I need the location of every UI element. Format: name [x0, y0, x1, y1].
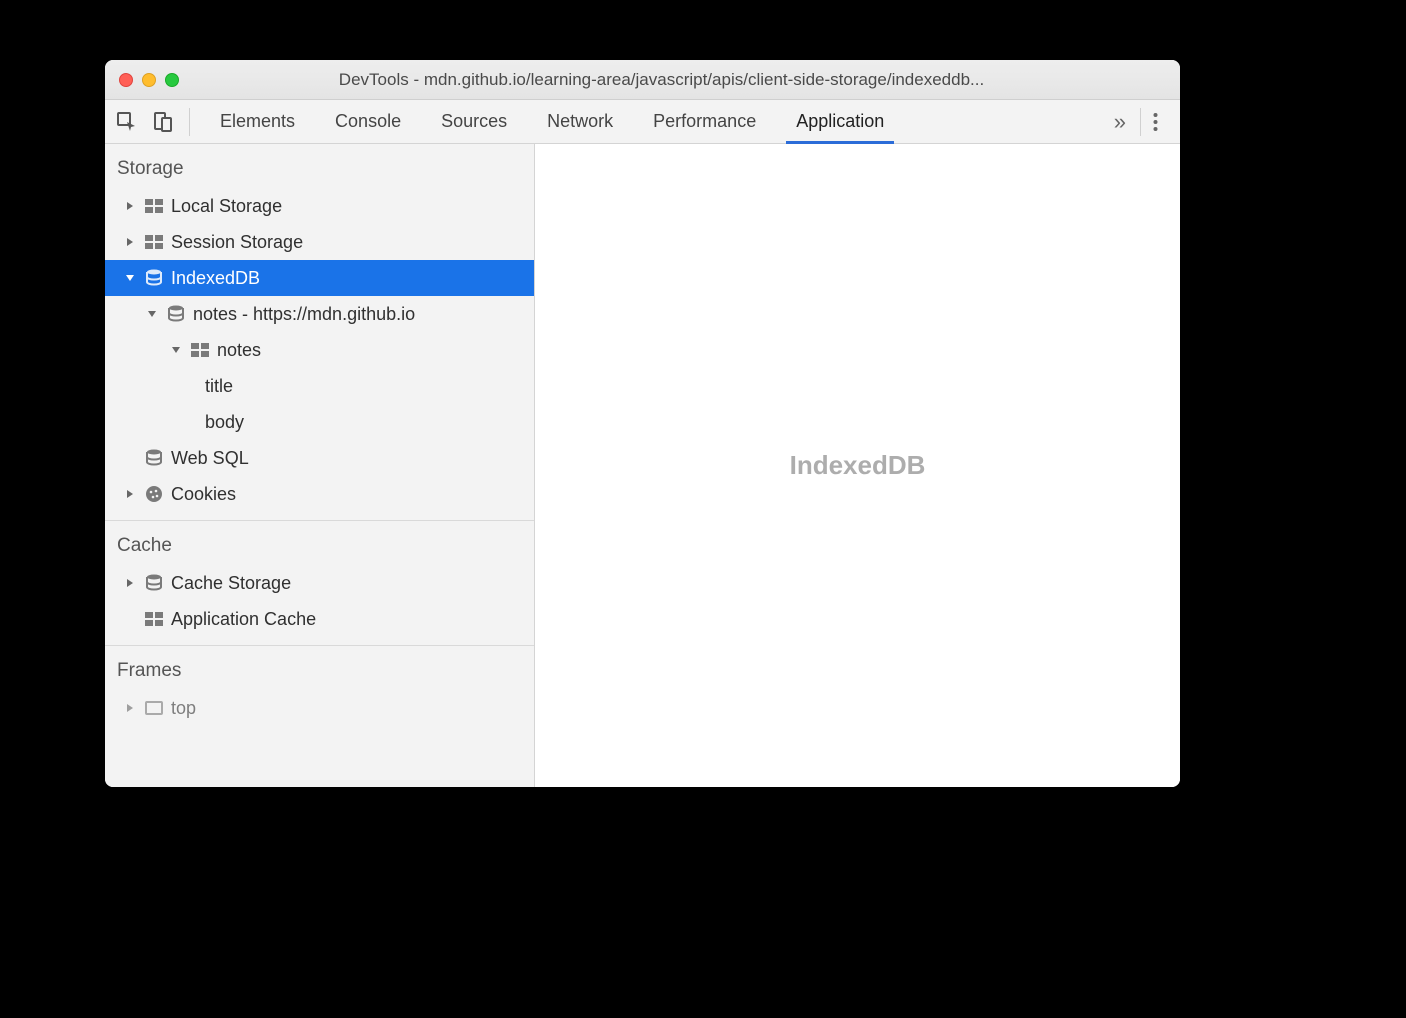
- traffic-lights: [119, 73, 179, 87]
- section-header-storage: Storage: [105, 144, 534, 188]
- sidebar-item-label: IndexedDB: [171, 268, 260, 289]
- tab-network[interactable]: Network: [527, 100, 633, 144]
- sidebar-item-object-store[interactable]: notes: [105, 332, 534, 368]
- tab-label: Elements: [220, 111, 295, 132]
- sidebar-item-label: Cache Storage: [171, 573, 291, 594]
- chevron-spacer: [123, 451, 137, 465]
- devtools-tabbar: Elements Console Sources Network Perform…: [105, 100, 1180, 144]
- minimize-window-button[interactable]: [142, 73, 156, 87]
- sidebar-item-label: Cookies: [171, 484, 236, 505]
- sidebar-item-indexeddb[interactable]: IndexedDB: [105, 260, 534, 296]
- database-icon: [143, 447, 165, 469]
- sidebar-item-indexeddb-database[interactable]: notes - https://mdn.github.io: [105, 296, 534, 332]
- chevron-right-icon: [123, 701, 137, 715]
- window-title: DevTools - mdn.github.io/learning-area/j…: [197, 70, 1126, 90]
- chevron-right-icon: [123, 235, 137, 249]
- main-placeholder: IndexedDB: [790, 450, 926, 481]
- tab-application[interactable]: Application: [776, 100, 904, 144]
- overflow-glyph: »: [1114, 109, 1126, 134]
- maximize-window-button[interactable]: [165, 73, 179, 87]
- cookie-icon: [143, 483, 165, 505]
- tab-label: Application: [796, 111, 884, 132]
- sidebar-item-index-title[interactable]: title: [105, 368, 534, 404]
- sidebar-item-label: Session Storage: [171, 232, 303, 253]
- tab-label: Sources: [441, 111, 507, 132]
- chevron-down-icon: [145, 307, 159, 321]
- tab-console[interactable]: Console: [315, 100, 421, 144]
- application-sidebar: Storage Local Storage Session Storage In…: [105, 144, 535, 787]
- sidebar-item-cache-storage[interactable]: Cache Storage: [105, 565, 534, 601]
- chevron-right-icon: [123, 576, 137, 590]
- sidebar-item-label: notes - https://mdn.github.io: [193, 304, 415, 325]
- chevron-spacer: [123, 612, 137, 626]
- table-icon: [189, 339, 211, 361]
- sidebar-item-index-body[interactable]: body: [105, 404, 534, 440]
- overflow-tabs-button[interactable]: »: [1100, 109, 1140, 135]
- sidebar-item-local-storage[interactable]: Local Storage: [105, 188, 534, 224]
- sidebar-item-label: notes: [217, 340, 261, 361]
- sidebar-item-cookies[interactable]: Cookies: [105, 476, 534, 512]
- devtools-menu-button[interactable]: [1140, 108, 1170, 136]
- tab-label: Network: [547, 111, 613, 132]
- section-header-cache: Cache: [105, 521, 534, 565]
- main-panel: IndexedDB: [535, 144, 1180, 787]
- tab-performance[interactable]: Performance: [633, 100, 776, 144]
- sidebar-item-label: title: [205, 376, 233, 397]
- tab-label: Performance: [653, 111, 756, 132]
- sidebar-item-label: Local Storage: [171, 196, 282, 217]
- table-icon: [143, 195, 165, 217]
- frame-icon: [143, 697, 165, 719]
- chevron-right-icon: [123, 199, 137, 213]
- tab-sources[interactable]: Sources: [421, 100, 527, 144]
- table-icon: [143, 608, 165, 630]
- devtools-window: DevTools - mdn.github.io/learning-area/j…: [105, 60, 1180, 787]
- section-header-frames: Frames: [105, 646, 534, 690]
- tab-label: Console: [335, 111, 401, 132]
- sidebar-item-label: body: [205, 412, 244, 433]
- close-window-button[interactable]: [119, 73, 133, 87]
- sidebar-item-label: top: [171, 698, 196, 719]
- inspect-element-icon[interactable]: [115, 110, 139, 134]
- database-icon: [165, 303, 187, 325]
- titlebar: DevTools - mdn.github.io/learning-area/j…: [105, 60, 1180, 100]
- chevron-right-icon: [123, 487, 137, 501]
- device-toolbar-icon[interactable]: [151, 110, 175, 134]
- sidebar-item-session-storage[interactable]: Session Storage: [105, 224, 534, 260]
- devtools-body: Storage Local Storage Session Storage In…: [105, 144, 1180, 787]
- sidebar-item-frame-top[interactable]: top: [105, 690, 534, 726]
- sidebar-item-label: Web SQL: [171, 448, 249, 469]
- sidebar-item-label: Application Cache: [171, 609, 316, 630]
- chevron-down-icon: [123, 271, 137, 285]
- database-icon: [143, 267, 165, 289]
- tab-elements[interactable]: Elements: [200, 100, 315, 144]
- sidebar-item-application-cache[interactable]: Application Cache: [105, 601, 534, 637]
- database-icon: [143, 572, 165, 594]
- chevron-down-icon: [169, 343, 183, 357]
- sidebar-item-web-sql[interactable]: Web SQL: [105, 440, 534, 476]
- table-icon: [143, 231, 165, 253]
